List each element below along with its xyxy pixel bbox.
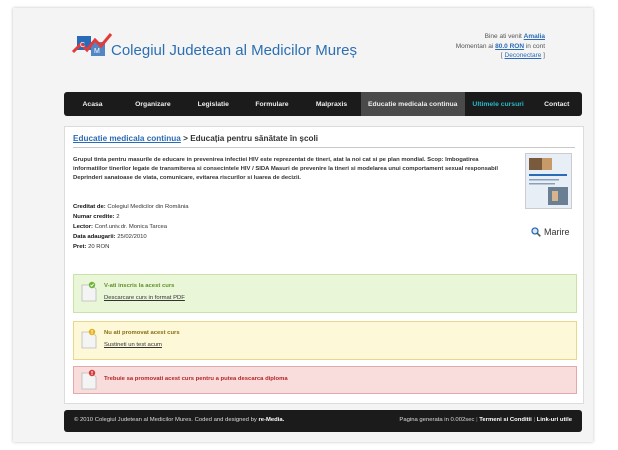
price-value: 20 RON <box>88 244 110 250</box>
credits-value: 2 <box>116 214 120 220</box>
diploma-notice: Trebuie sa promovati acest curs pentru a… <box>73 366 577 394</box>
document-warning-icon <box>81 328 97 349</box>
site-title: Colegiul Judetean al Medicilor Mureș <box>111 42 357 59</box>
user-name-link[interactable]: Amalia <box>524 33 545 40</box>
not-passed-notice: Nu ati promovat acest curs Sustineti un … <box>73 321 577 360</box>
not-passed-title: Nu ati promovat acest curs <box>104 330 180 336</box>
date-label: Data adaugarii: <box>73 234 116 240</box>
breadcrumb-separator: > <box>183 134 188 143</box>
diploma-notice-text: Trebuie sa promovati acest curs pentru a… <box>104 376 288 382</box>
footer-designer-link[interactable]: re-Media. <box>258 417 284 423</box>
main-nav: Acasa Organizare Legislatie Formulare Ma… <box>64 92 582 116</box>
lector-value: Conf.univ.dr. Monica Tarcea <box>94 224 168 230</box>
page-frame: C M Colegiul Judetean al Medicilor Mureș… <box>13 8 593 442</box>
nav-item-organizare[interactable]: Organizare <box>121 92 185 116</box>
document-check-icon <box>81 281 97 302</box>
document-error-icon <box>81 369 97 390</box>
breadcrumb-divider <box>73 147 575 148</box>
svg-text:M: M <box>94 48 100 55</box>
welcome-text: Bine ati venit <box>484 33 522 40</box>
college-logo: C M <box>71 33 113 56</box>
user-box: Bine ati venit Amalia Momentan ai 80.0 R… <box>455 33 545 59</box>
logout-link[interactable]: Deconectare <box>505 52 542 59</box>
zoom-button[interactable]: Marire <box>531 227 570 237</box>
balance-link[interactable]: 80.0 RON <box>495 43 524 50</box>
price-label: Pret: <box>73 244 87 250</box>
nav-item-legislatie[interactable]: Legislatie <box>185 92 242 116</box>
footer-useful-links[interactable]: Link-uri utile <box>537 417 572 423</box>
download-pdf-link[interactable]: Descarcare curs in format PDF <box>104 295 185 301</box>
zoom-label: Marire <box>544 227 570 237</box>
footer-separator: | <box>533 417 535 423</box>
breadcrumb-parent-link[interactable]: Educatie medicala continua <box>73 134 181 143</box>
nav-item-contact[interactable]: Contact <box>532 92 582 116</box>
footer-copyright: © 2010 Colegiul Judetean al Medicilor Mu… <box>74 417 257 423</box>
date-value: 25/02/2010 <box>117 234 147 240</box>
credited-value: Colegiul Medicilor din România <box>107 204 189 210</box>
credited-label: Creditat de: <box>73 204 106 210</box>
course-meta: Creditat de: Colegiul Medicilor din Româ… <box>73 202 189 252</box>
credits-label: Numar credite: <box>73 214 115 220</box>
course-cover-image[interactable] <box>525 153 572 209</box>
enrolled-title: V-ati inscris la acest curs <box>104 283 175 289</box>
nav-item-malpraxis[interactable]: Malpraxis <box>302 92 361 116</box>
balance-prefix: Momentan ai <box>455 42 494 50</box>
magnifier-icon <box>531 227 541 237</box>
breadcrumb-current: Educația pentru sănătate în școli <box>190 134 319 143</box>
lector-label: Lector: <box>73 224 93 230</box>
footer: © 2010 Colegiul Judetean al Medicilor Mu… <box>64 410 582 432</box>
footer-generated: Pagina generata in 0.002sec <box>399 417 475 423</box>
nav-item-educatie-medicala-continua[interactable]: Educatie medicala continua <box>360 92 465 116</box>
nav-item-acasa[interactable]: Acasa <box>64 92 121 116</box>
nav-item-ultimele-cursuri[interactable]: Ultimele cursuri <box>465 92 532 116</box>
footer-terms-link[interactable]: Termeni si Conditii <box>479 417 532 423</box>
svg-text:C: C <box>80 42 85 49</box>
nav-item-formulare[interactable]: Formulare <box>242 92 302 116</box>
take-test-link[interactable]: Sustineti un test acum <box>104 342 162 348</box>
balance-suffix: in cont <box>525 42 545 50</box>
breadcrumb: Educatie medicala continua > Educația pe… <box>73 134 318 143</box>
course-panel: Educatie medicala continua > Educația pe… <box>64 126 584 404</box>
enrolled-notice: V-ati inscris la acest curs Descarcare c… <box>73 274 577 313</box>
course-description: Grupul tinta pentru masurile de educare … <box>73 157 499 181</box>
footer-separator: | <box>476 417 478 423</box>
